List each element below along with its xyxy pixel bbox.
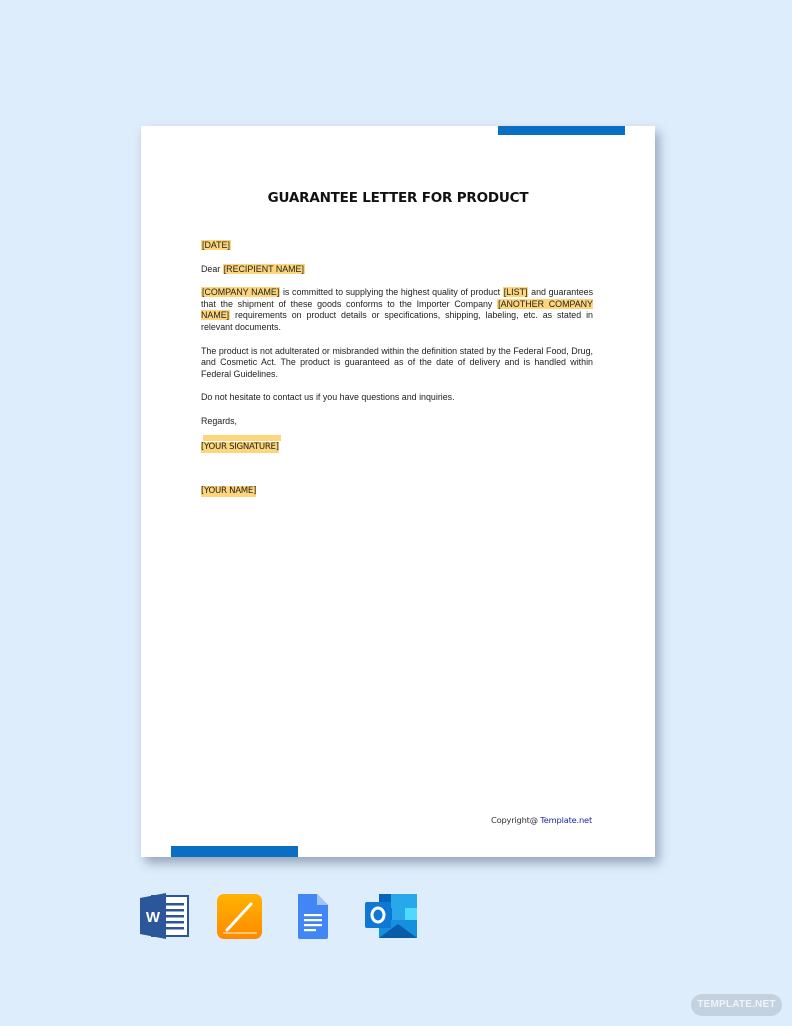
letter-body: [DATE] Dear [RECIPIENT NAME] [COMPANY NA… <box>201 240 593 497</box>
copyright-line: Copyright@ Template.net <box>491 815 592 825</box>
template-net-watermark: TEMPLATE.NET <box>691 994 782 1016</box>
recipient-placeholder: [RECIPIENT NAME] <box>222 263 305 274</box>
word-icon: W <box>140 893 189 939</box>
format-icons: W <box>138 892 438 940</box>
name-placeholder: [YOUR NAME] <box>201 485 257 497</box>
document-title: GUARANTEE LETTER FOR PRODUCT <box>267 190 529 206</box>
pages-icon <box>217 894 262 939</box>
format-word[interactable]: W <box>138 892 190 940</box>
salutation: Dear <box>201 263 221 274</box>
date-placeholder: [DATE] <box>201 240 231 250</box>
company-name-placeholder: [COMPANY NAME] <box>201 287 281 298</box>
paragraph-1: [COMPANY NAME] is committed to supplying… <box>201 287 593 333</box>
accent-bar-top <box>498 126 625 135</box>
svg-text:W: W <box>146 909 161 926</box>
list-placeholder: [LIST] <box>502 287 529 298</box>
format-pages[interactable] <box>213 892 265 940</box>
signature-block: [YOUR SIGNATURE] <box>201 434 593 453</box>
signature-highlight <box>203 434 281 441</box>
paragraph-3: Do not hesitate to contact us if you hav… <box>201 392 455 403</box>
outlook-icon <box>365 894 417 938</box>
google-docs-icon <box>298 894 328 939</box>
format-outlook[interactable] <box>363 892 417 940</box>
accent-bar-bottom <box>171 846 298 857</box>
format-google-docs[interactable] <box>288 892 340 940</box>
closing: Regards, <box>201 415 238 426</box>
date-line: [DATE] <box>201 240 593 252</box>
signature-placeholder: [YOUR SIGNATURE] <box>201 441 279 453</box>
paragraph-2: The product is not adulterated or misbra… <box>201 345 593 379</box>
paragraph-1-text-a: is committed to supplying the highest qu… <box>280 287 503 298</box>
name-block: [YOUR NAME] <box>201 485 593 497</box>
copyright-label: Copyright@ <box>491 815 541 825</box>
salutation-line: Dear [RECIPIENT NAME] <box>201 263 593 276</box>
copyright-link[interactable]: Template.net <box>540 815 592 825</box>
paragraph-1-text-c: requirements on product details or speci… <box>201 310 593 332</box>
document-page: GUARANTEE LETTER FOR PRODUCT [DATE] Dear… <box>141 126 655 857</box>
